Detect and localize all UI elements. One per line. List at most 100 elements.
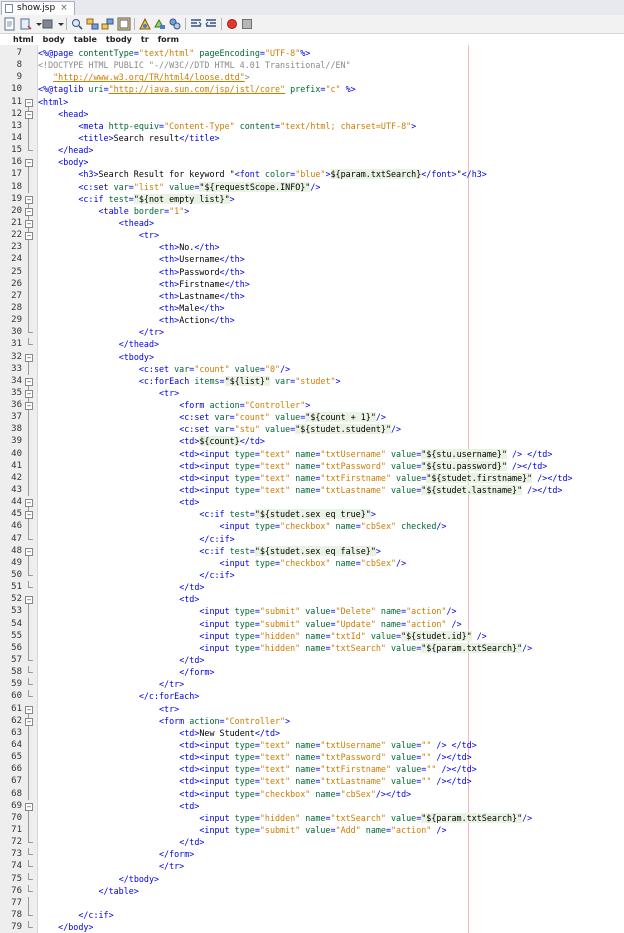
code-line[interactable]: <td><input type="text" name="txtPassword… [38,751,472,763]
code-line[interactable]: <td><input type="text" name="txtUsername… [38,739,477,751]
code-line[interactable]: <td> [38,593,199,605]
find-icon[interactable] [70,17,84,31]
code-line[interactable]: <th>No.</th> [38,241,220,253]
code-line[interactable]: </table> [38,885,139,897]
code-line[interactable]: </c:if> [38,569,234,581]
code-line[interactable]: <th>Action</th> [38,314,235,326]
code-line[interactable]: <head> [38,108,88,120]
breadcrumb-item-table[interactable]: table [74,35,97,44]
breadcrumb-item-html[interactable]: html [13,35,34,44]
code-line[interactable]: <tbody> [38,351,154,363]
code-line[interactable]: <td><input type="text" name="txtFirstnam… [38,763,477,775]
fold-toggle-icon[interactable]: − [25,547,33,556]
find-previous-icon[interactable] [86,17,100,31]
code-line[interactable]: </c:forEach> [38,690,200,702]
fold-toggle-icon[interactable]: − [25,705,33,714]
code-line[interactable]: <input type="checkbox" name="cbSex" chec… [38,520,447,532]
code-line[interactable]: </td> [38,654,204,666]
find-next-icon[interactable] [101,17,115,31]
code-line[interactable]: <%@page contentType="text/html" pageEnco… [38,47,310,59]
code-line[interactable]: <tr> [38,387,179,399]
code-line[interactable]: </body> [38,921,93,933]
code-line[interactable]: <input type="checkbox" name="cbSex"/> [38,557,407,569]
fold-toggle-icon[interactable]: − [25,207,33,216]
code-line[interactable]: <c:set var="count" value="${count + 1}"/… [38,411,386,423]
code-line[interactable]: <td><input type="text" name="txtFirstnam… [38,472,573,484]
code-line[interactable]: <th>Password</th> [38,266,245,278]
fold-toggle-icon[interactable]: − [25,596,33,605]
code-line[interactable]: <c:if test="${studet.sex eq true}"> [38,508,376,520]
fold-toggle-icon[interactable]: − [25,195,33,204]
code-line[interactable]: <c:if test="${studet.sex eq false}"> [38,545,381,557]
code-line[interactable]: <th>Username</th> [38,253,245,265]
code-line[interactable]: <c:set var="count" value="0"/> [38,363,290,375]
code-line[interactable]: "http://www.w3.org/TR/html4/loose.dtd"> [38,71,250,83]
close-tab-icon[interactable]: × [60,3,68,13]
code-line[interactable]: <body> [38,156,88,168]
code-editor[interactable]: <%@page contentType = "text/html" pageEnco… [38,45,624,933]
fold-toggle-icon[interactable]: − [25,232,33,241]
code-line[interactable]: </tbody> [38,873,159,885]
code-line[interactable]: <form action="Controller"> [38,399,310,411]
stop-macro-icon[interactable] [240,17,254,31]
fold-toggle-icon[interactable]: − [25,499,33,508]
shift-left-icon[interactable] [153,17,167,31]
fold-toggle-icon[interactable]: − [25,98,33,107]
uncomment-icon[interactable] [204,17,218,31]
code-line[interactable]: <html> [38,96,68,108]
fold-toggle-icon[interactable]: − [25,802,33,811]
code-line[interactable]: <tr> [38,229,159,241]
code-line[interactable]: </tr> [38,860,184,872]
code-line[interactable]: <td><input type="text" name="txtLastname… [38,775,472,787]
fold-toggle-icon[interactable]: − [25,159,33,168]
breadcrumb-item-tr[interactable]: tr [141,35,149,44]
code-line[interactable]: </td> [38,581,204,593]
code-line[interactable]: <c:forEach items="${list}" var="studet"> [38,375,341,387]
code-line[interactable]: <td>${count}</td> [38,435,265,447]
code-line[interactable]: <input type="hidden" name="txtSearch" va… [38,812,532,824]
code-line[interactable]: <input type="submit" value="Update" name… [38,618,461,630]
code-line[interactable]: <title>Search result</title> [38,132,219,144]
record-macro-icon[interactable] [225,17,239,31]
tab-show-jsp[interactable]: show.jsp × [1,1,75,15]
back-icon[interactable] [19,17,33,31]
fold-toggle-icon[interactable]: − [25,389,33,398]
fold-toggle-icon[interactable]: − [25,402,33,411]
code-line[interactable]: <td> [38,800,199,812]
code-line[interactable]: </form> [38,848,194,860]
toggle-highlight-icon[interactable] [117,17,131,31]
code-line[interactable]: </form> [38,666,214,678]
code-line[interactable]: <meta http-equiv="Content-Type" content=… [38,120,416,132]
breadcrumb-item-body[interactable]: body [43,35,65,44]
code-line[interactable]: </head> [38,144,93,156]
breadcrumb-item-form[interactable]: form [158,35,179,44]
code-line[interactable]: <input type="submit" value="Delete" name… [38,605,456,617]
code-line[interactable]: <td> [38,496,199,508]
comment-icon[interactable] [189,17,203,31]
code-line[interactable]: <th>Male</th> [38,302,225,314]
code-line[interactable]: <form action="Controller"> [38,715,290,727]
code-line[interactable]: <h3>Search Result for keyword "<font col… [38,168,487,180]
code-line[interactable]: <td><input type="checkbox" name="cbSex"/… [38,788,411,800]
fold-toggle-icon[interactable]: − [25,511,33,520]
code-line[interactable]: <th>Lastname</th> [38,290,245,302]
code-line[interactable]: <td><input type="text" name="txtPassword… [38,460,547,472]
code-line[interactable]: </thead> [38,338,159,350]
code-line[interactable]: <input type="hidden" name="txtSearch" va… [38,642,532,654]
find-selection-icon[interactable] [138,17,152,31]
code-line[interactable]: <input type="submit" value="Add" name="a… [38,824,446,836]
code-line[interactable]: </td> [38,836,204,848]
shift-right-icon[interactable] [168,17,182,31]
code-line[interactable]: <th>Firstname</th> [38,278,250,290]
code-line[interactable]: <c:if test="${not empty list}"> [38,193,235,205]
fold-toggle-icon[interactable]: − [25,219,33,228]
fold-toggle-icon[interactable]: − [25,353,33,362]
code-line[interactable]: <thead> [38,217,154,229]
fold-toggle-icon[interactable]: − [25,717,33,726]
code-line[interactable]: <!DOCTYPE HTML PUBLIC "-//W3C//DTD HTML … [38,59,351,71]
breadcrumb-item-tbody[interactable]: tbody [106,35,132,44]
code-line[interactable]: <td><input type="text" name="txtUsername… [38,448,552,460]
code-line[interactable]: </tr> [38,326,164,338]
source-history-icon[interactable] [3,17,17,31]
code-line[interactable]: <%@taglib uri="http://java.sun.com/jsp/j… [38,83,356,95]
